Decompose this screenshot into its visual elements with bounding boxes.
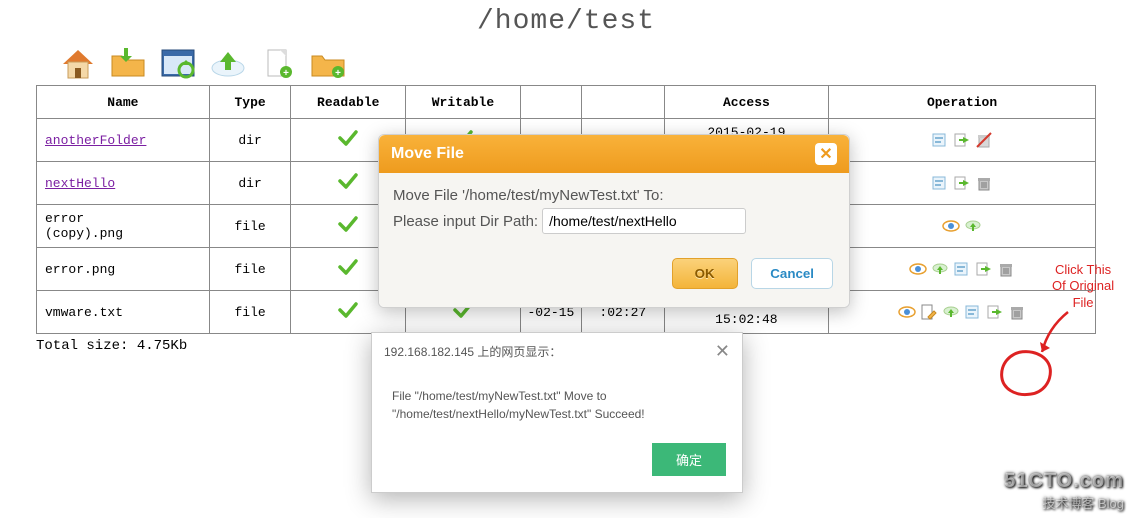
move-file-dialog: Move File ✕ Move File '/home/test/myNewT… bbox=[378, 134, 850, 308]
alert-origin: 192.168.182.145 上的网页显示： bbox=[384, 343, 561, 360]
path-input-label: Please input Dir Path: bbox=[393, 213, 538, 230]
view-icon[interactable] bbox=[942, 217, 960, 235]
move-icon[interactable] bbox=[953, 174, 971, 192]
watermark: 51CTO.com 技术博客 Blog bbox=[1004, 470, 1124, 512]
new-folder-icon[interactable]: + bbox=[306, 45, 350, 81]
alert-close-icon[interactable]: ✕ bbox=[715, 341, 730, 362]
file-name: error.png bbox=[45, 262, 115, 277]
type-cell: dir bbox=[209, 119, 291, 162]
edit-icon[interactable] bbox=[920, 303, 938, 321]
delete-icon[interactable] bbox=[1008, 303, 1026, 321]
close-icon[interactable]: ✕ bbox=[815, 143, 837, 165]
file-name: vmware.txt bbox=[45, 305, 123, 320]
operations bbox=[835, 217, 1089, 235]
delete-disabled-icon[interactable] bbox=[975, 131, 993, 149]
watermark-line2: 技术博客 Blog bbox=[1004, 493, 1124, 512]
move-icon[interactable] bbox=[986, 303, 1004, 321]
new-file-icon[interactable]: + bbox=[256, 45, 300, 81]
ok-button[interactable]: OK bbox=[672, 258, 738, 289]
operations bbox=[835, 260, 1089, 278]
alert-confirm-button[interactable]: 确定 bbox=[652, 443, 726, 476]
file-name: error(copy).png bbox=[45, 211, 123, 241]
col-access: Access bbox=[664, 86, 829, 119]
annotation-arrow-icon bbox=[1038, 308, 1078, 358]
col-type: Type bbox=[209, 86, 291, 119]
type-cell: file bbox=[209, 205, 291, 248]
browser-alert: 192.168.182.145 上的网页显示： ✕ File "/home/te… bbox=[371, 332, 743, 493]
dialog-header: Move File ✕ bbox=[379, 135, 849, 173]
operations bbox=[835, 174, 1089, 192]
svg-text:+: + bbox=[335, 69, 341, 80]
col-name: Name bbox=[37, 86, 210, 119]
move-icon[interactable] bbox=[953, 131, 971, 149]
col-readable: Readable bbox=[291, 86, 406, 119]
dialog-title: Move File bbox=[391, 145, 464, 163]
home-icon[interactable] bbox=[56, 45, 100, 81]
type-cell: file bbox=[209, 291, 291, 334]
folder-link[interactable]: anotherFolder bbox=[45, 133, 146, 148]
refresh-window-icon[interactable] bbox=[156, 45, 200, 81]
download-icon[interactable] bbox=[942, 303, 960, 321]
col-hidden-b bbox=[581, 86, 664, 119]
operations bbox=[835, 131, 1089, 149]
destination-path-input[interactable] bbox=[542, 208, 746, 234]
current-path: /home/test bbox=[0, 6, 1132, 37]
type-cell: file bbox=[209, 248, 291, 291]
rename-icon[interactable] bbox=[964, 303, 982, 321]
upload-cloud-icon[interactable] bbox=[206, 45, 250, 81]
move-icon[interactable] bbox=[975, 260, 993, 278]
download-icon[interactable] bbox=[931, 260, 949, 278]
svg-text:+: + bbox=[283, 69, 289, 80]
view-icon[interactable] bbox=[898, 303, 916, 321]
folder-link[interactable]: nextHello bbox=[45, 176, 115, 191]
download-icon[interactable] bbox=[964, 217, 982, 235]
move-source-label: Move File '/home/test/myNewTest.txt' To: bbox=[393, 187, 835, 204]
open-folder-icon[interactable] bbox=[106, 45, 150, 81]
annotation-text: Click ThisOf OriginalFile bbox=[1052, 262, 1114, 311]
cancel-button[interactable]: Cancel bbox=[751, 258, 833, 289]
view-icon[interactable] bbox=[909, 260, 927, 278]
col-writable: Writable bbox=[406, 86, 521, 119]
toolbar: + + bbox=[56, 45, 1132, 81]
table-header-row: Name Type Readable Writable Access Opera… bbox=[37, 86, 1096, 119]
delete-icon[interactable] bbox=[997, 260, 1015, 278]
alert-message: File "/home/test/myNewTest.txt" Move to … bbox=[372, 369, 742, 435]
watermark-line1: 51CTO.com bbox=[1004, 470, 1124, 493]
col-operation: Operation bbox=[829, 86, 1096, 119]
col-hidden-a bbox=[520, 86, 581, 119]
delete-icon[interactable] bbox=[975, 174, 993, 192]
rename-icon[interactable] bbox=[931, 131, 949, 149]
type-cell: dir bbox=[209, 162, 291, 205]
rename-icon[interactable] bbox=[931, 174, 949, 192]
rename-icon[interactable] bbox=[953, 260, 971, 278]
